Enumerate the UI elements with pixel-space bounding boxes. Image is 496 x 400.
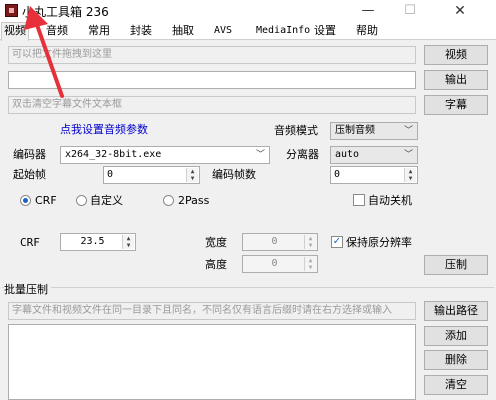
spinner-arrows-icon[interactable]: ▲ ▼ — [404, 168, 416, 182]
keep-resolution-label: 保持原分辨率 — [346, 236, 412, 249]
output-path-button[interactable]: 输出路径 — [424, 301, 488, 321]
title-bar: 小丸工具箱 236 — ☐ ✕ — [0, 0, 496, 22]
chevron-down-icon: ﹀ — [255, 150, 265, 160]
output-button[interactable]: 输出 — [424, 70, 488, 90]
radio-crf[interactable] — [20, 195, 31, 206]
tab-help[interactable]: 帮助 — [354, 23, 380, 39]
demuxer-value: auto — [335, 149, 360, 160]
audio-settings-link[interactable]: 点我设置音频参数 — [60, 123, 148, 137]
crf-value: 23.5 — [80, 236, 105, 247]
clear-button[interactable]: 清空 — [424, 375, 488, 395]
chevron-down-icon: ﹀ — [403, 150, 413, 160]
tab-common[interactable]: 常用 — [86, 23, 112, 39]
height-value: 0 — [271, 258, 278, 269]
audio-mode-select[interactable]: 压制音频 ﹀ — [330, 122, 418, 140]
checkmark-icon: ✓ — [332, 236, 342, 247]
video-input-field[interactable]: 可以把文件拖拽到这里 — [8, 46, 416, 64]
width-label: 宽度 — [205, 236, 227, 249]
window-title: 小丸工具箱 236 — [22, 5, 109, 19]
auto-shutdown-checkbox[interactable] — [353, 194, 365, 206]
encoder-select[interactable]: x264_32-8bit.exe ﹀ — [60, 146, 270, 164]
batch-hint-field[interactable]: 字幕文件和视频文件在同一目录下且同名，不同名仅有语言后缀时请在右方选择或输入 — [8, 302, 416, 320]
encode-frames-input[interactable]: 0 ▲ ▼ — [330, 166, 418, 184]
keep-resolution-checkbox[interactable]: ✓ — [331, 236, 343, 248]
minimize-button[interactable]: — — [350, 0, 386, 22]
radio-crf-label: CRF — [35, 194, 57, 207]
encoder-label: 编码器 — [13, 148, 46, 161]
height-input[interactable]: 0 ▲ ▼ — [242, 255, 318, 273]
spinner-arrows-icon[interactable]: ▲ ▼ — [304, 235, 316, 249]
height-label: 高度 — [205, 258, 227, 271]
tab-mediainfo[interactable]: MediaInfo — [254, 23, 312, 39]
spinner-arrows-icon[interactable]: ▲ ▼ — [122, 235, 134, 249]
batch-section-title: 批量压制 — [4, 283, 51, 297]
close-button[interactable]: ✕ — [442, 0, 478, 22]
tab-avs[interactable]: AVS — [212, 23, 234, 39]
encoder-value: x264_32-8bit.exe — [65, 149, 162, 160]
tab-video[interactable]: 视频 — [1, 22, 29, 41]
tab-audio[interactable]: 音频 — [44, 23, 70, 39]
start-frame-input[interactable]: 0 ▲ ▼ — [103, 166, 200, 184]
app-icon — [5, 4, 18, 17]
start-frame-label: 起始帧 — [13, 168, 46, 181]
add-button[interactable]: 添加 — [424, 326, 488, 346]
demuxer-select[interactable]: auto ﹀ — [330, 146, 418, 164]
batch-file-list[interactable] — [8, 324, 416, 400]
demuxer-label: 分离器 — [286, 148, 319, 161]
radio-custom[interactable] — [76, 195, 87, 206]
batch-divider — [2, 287, 494, 288]
subtitle-button[interactable]: 字幕 — [424, 95, 488, 115]
start-frame-value: 0 — [107, 169, 114, 180]
radio-custom-label: 自定义 — [90, 194, 123, 207]
spinner-arrows-icon[interactable]: ▲ ▼ — [186, 168, 198, 182]
subtitle-field[interactable]: 双击清空字幕文件文本框 — [8, 96, 416, 114]
tab-settings[interactable]: 设置 — [312, 23, 338, 39]
tab-mux[interactable]: 封装 — [128, 23, 154, 39]
crf-input[interactable]: 23.5 ▲ ▼ — [60, 233, 136, 251]
radio-2pass-label: 2Pass — [178, 194, 210, 207]
output-field[interactable] — [8, 71, 416, 89]
audio-mode-value: 压制音频 — [335, 125, 375, 136]
tab-extract[interactable]: 抽取 — [170, 23, 196, 39]
encode-button[interactable]: 压制 — [424, 255, 488, 275]
tab-bar: 视频 音频 常用 封装 抽取 AVS MediaInfo 设置 帮助 — [0, 22, 496, 41]
maximize-button[interactable]: ☐ — [392, 0, 428, 22]
video-button[interactable]: 视频 — [424, 45, 488, 65]
audio-mode-label: 音频模式 — [274, 124, 318, 137]
width-value: 0 — [271, 236, 278, 247]
encode-frames-label: 编码帧数 — [212, 168, 256, 181]
encode-frames-value: 0 — [334, 169, 341, 180]
radio-2pass[interactable] — [163, 195, 174, 206]
crf-label: CRF — [20, 236, 40, 249]
auto-shutdown-label: 自动关机 — [368, 194, 412, 207]
chevron-down-icon: ﹀ — [403, 126, 413, 136]
spinner-arrows-icon[interactable]: ▲ ▼ — [304, 257, 316, 271]
delete-button[interactable]: 删除 — [424, 350, 488, 370]
width-input[interactable]: 0 ▲ ▼ — [242, 233, 318, 251]
